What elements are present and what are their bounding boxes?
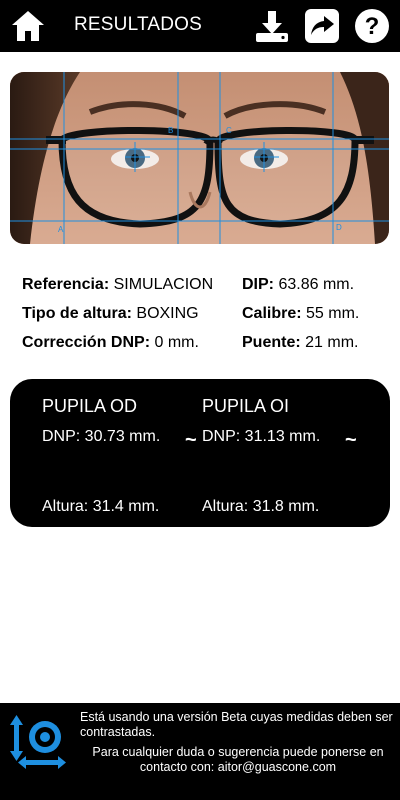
- tilde-od: ~: [185, 429, 197, 451]
- info-label: Calibre:: [242, 305, 302, 322]
- info-label: DIP:: [242, 276, 274, 293]
- face-photo: A B C D: [10, 72, 389, 244]
- info-row-referencia: Referencia: SIMULACION: [22, 270, 213, 299]
- share-icon[interactable]: [304, 8, 340, 44]
- info-row-calibre: Calibre: 55 mm.: [242, 299, 359, 328]
- info-value: 55 mm.: [306, 305, 360, 322]
- contact-notice: Para cualquier duda o sugerencia puede p…: [92, 745, 384, 774]
- altura-od-value: Altura: 31.4 mm.: [42, 498, 160, 515]
- help-icon[interactable]: ?: [354, 8, 390, 44]
- top-bar: RESULTADOS ?: [0, 0, 400, 52]
- info-label: Puente:: [242, 334, 301, 351]
- dnp-oi-value: DNP: 31.13 mm.: [202, 428, 321, 445]
- info-value: BOXING: [136, 305, 199, 322]
- pupil-results-card: PUPILA OD PUPILA OI DNP: 30.73 mm. ~ DNP…: [10, 379, 390, 527]
- info-value: 21 mm.: [305, 334, 359, 351]
- info-row-tipo-altura: Tipo de altura: BOXING: [22, 299, 213, 328]
- info-left: Referencia: SIMULACION Tipo de altura: B…: [22, 270, 213, 357]
- page-title: RESULTADOS: [74, 14, 202, 35]
- label-d: D: [336, 223, 342, 232]
- tilde-oi: ~: [345, 429, 357, 451]
- info-label: Tipo de altura:: [22, 305, 132, 322]
- face-measurement-image: A B C D: [10, 72, 389, 244]
- pupila-od-title: PUPILA OD: [42, 396, 138, 416]
- info-value: 63.86 mm.: [278, 276, 355, 293]
- dnp-od-value: DNP: 30.73 mm.: [42, 428, 161, 445]
- svg-text:?: ?: [365, 13, 380, 40]
- info-value: SIMULACION: [113, 276, 214, 293]
- info-row-puente: Puente: 21 mm.: [242, 328, 359, 357]
- info-value: 0 mm.: [154, 334, 199, 351]
- label-c: C: [226, 126, 232, 135]
- info-row-correccion-dnp: Corrección DNP: 0 mm.: [22, 328, 213, 357]
- pupila-oi-title: PUPILA OI: [202, 396, 290, 416]
- footer-banner: Está usando una versión Beta cuyas medid…: [0, 703, 400, 800]
- beta-notice: Está usando una versión Beta cuyas medid…: [80, 710, 393, 739]
- info-label: Referencia:: [22, 276, 110, 293]
- app-logo-icon: [10, 715, 66, 769]
- info-label: Corrección DNP:: [22, 334, 151, 351]
- label-b: B: [168, 126, 173, 135]
- altura-oi-value: Altura: 31.8 mm.: [202, 498, 320, 515]
- info-row-dip: DIP: 63.86 mm.: [242, 270, 359, 299]
- info-right: DIP: 63.86 mm. Calibre: 55 mm. Puente: 2…: [242, 270, 359, 357]
- download-icon[interactable]: [254, 8, 290, 44]
- home-icon[interactable]: [10, 9, 46, 43]
- label-a: A: [58, 225, 64, 234]
